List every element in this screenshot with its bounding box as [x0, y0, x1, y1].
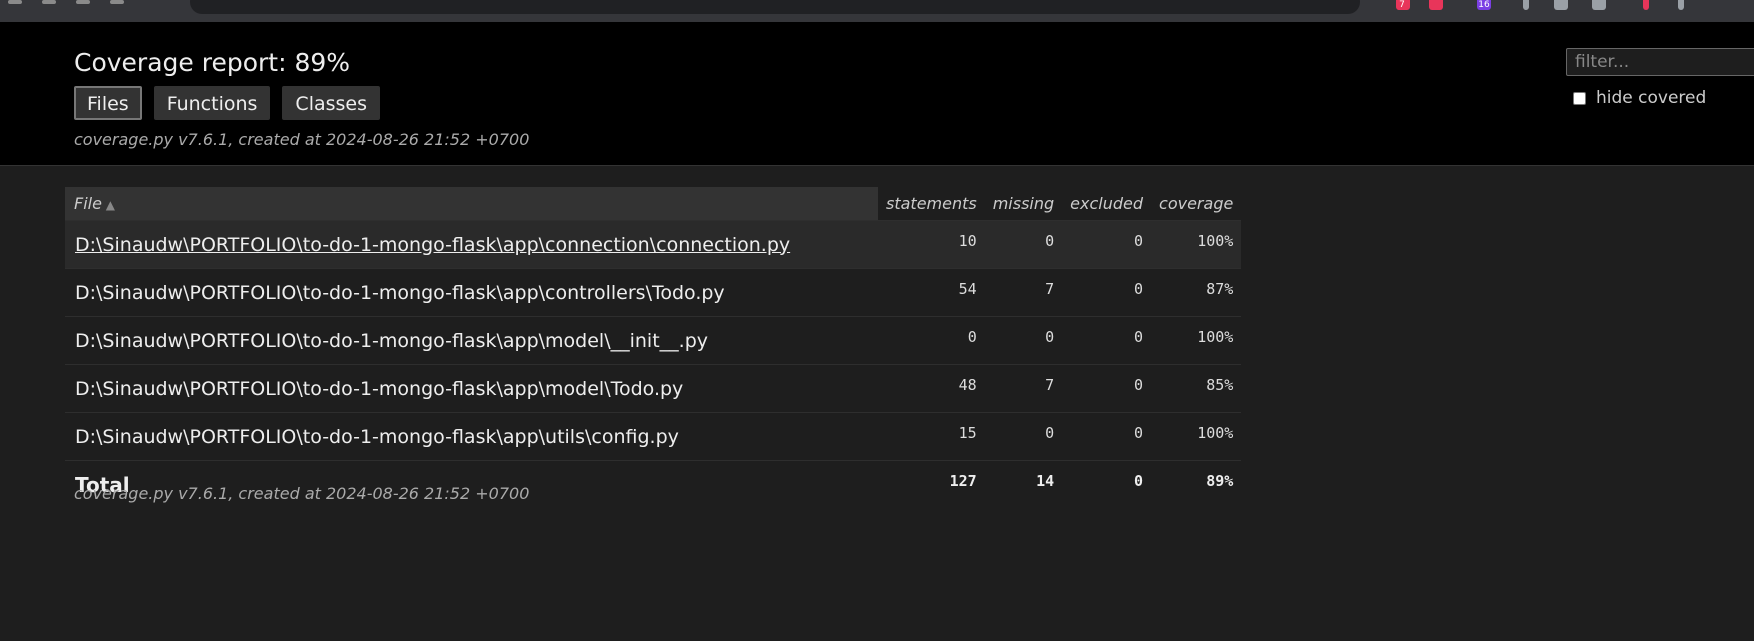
filter-input[interactable]	[1566, 48, 1754, 76]
created-info: coverage.py v7.6.1, created at 2024-08-2…	[74, 130, 530, 149]
excluded-cell: 0	[1062, 220, 1152, 269]
reload-icon[interactable]	[76, 0, 90, 4]
forward-icon[interactable]	[42, 0, 56, 4]
browser-toolbar: 7 16	[0, 0, 1754, 22]
statements-cell: 54	[878, 268, 985, 317]
extension-badge: 7	[1399, 0, 1405, 10]
total-coverage: 89%	[1151, 460, 1242, 508]
column-header-missing[interactable]: missing	[985, 187, 1062, 221]
hide-covered-label[interactable]: hide covered	[1596, 88, 1706, 108]
tab-functions[interactable]: Functions	[153, 86, 271, 120]
report-header: Coverage report: 89% Files Functions Cla…	[0, 22, 1754, 166]
extension-icon[interactable]	[1592, 0, 1606, 10]
report-tabs: Files Functions Classes	[74, 86, 380, 120]
hide-covered-control[interactable]: hide covered	[1573, 88, 1706, 108]
column-header-statements[interactable]: statements	[878, 187, 985, 221]
statements-cell: 10	[878, 220, 985, 269]
back-icon[interactable]	[8, 0, 22, 4]
table-header-row: File statements missing excluded coverag…	[65, 187, 1241, 221]
missing-cell: 0	[984, 220, 1063, 269]
coverage-cell: 100%	[1151, 412, 1242, 461]
coverage-cell: 85%	[1151, 364, 1242, 413]
footer-created-info: coverage.py v7.6.1, created at 2024-08-2…	[74, 484, 530, 503]
tab-files[interactable]: Files	[74, 86, 142, 120]
excluded-cell: 0	[1062, 316, 1152, 365]
statements-cell: 15	[878, 412, 985, 461]
table-row[interactable]: D:\Sinaudw\PORTFOLIO\to-do-1-mongo-flask…	[65, 364, 1242, 413]
address-bar[interactable]	[190, 0, 1360, 14]
extension-icon[interactable]	[1554, 0, 1568, 10]
extension-icon[interactable]	[1643, 0, 1649, 10]
file-link[interactable]: D:\Sinaudw\PORTFOLIO\to-do-1-mongo-flask…	[65, 316, 878, 365]
extension-icon[interactable]	[1523, 0, 1529, 10]
page-title: Coverage report: 89%	[74, 48, 351, 77]
total-statements: 127	[878, 460, 985, 508]
coverage-table-container: File statements missing excluded coverag…	[65, 187, 1242, 508]
missing-cell: 7	[984, 268, 1063, 317]
missing-cell: 0	[984, 316, 1063, 365]
file-link[interactable]: D:\Sinaudw\PORTFOLIO\to-do-1-mongo-flask…	[65, 412, 878, 461]
statements-cell: 48	[878, 364, 985, 413]
coverage-cell: 87%	[1151, 268, 1242, 317]
excluded-cell: 0	[1062, 364, 1152, 413]
column-header-excluded[interactable]: excluded	[1062, 187, 1151, 221]
total-missing: 14	[984, 460, 1063, 508]
coverage-table: File statements missing excluded coverag…	[65, 187, 1242, 508]
total-excluded: 0	[1062, 460, 1152, 508]
file-link[interactable]: D:\Sinaudw\PORTFOLIO\to-do-1-mongo-flask…	[65, 268, 878, 317]
missing-cell: 0	[984, 412, 1063, 461]
browser-nav-buttons	[8, 0, 124, 4]
extension-icon[interactable]	[1429, 0, 1443, 10]
missing-cell: 7	[984, 364, 1063, 413]
apps-icon[interactable]	[110, 0, 124, 4]
extension-badge: 16	[1478, 0, 1490, 10]
excluded-cell: 0	[1062, 268, 1152, 317]
table-row[interactable]: D:\Sinaudw\PORTFOLIO\to-do-1-mongo-flask…	[65, 220, 1242, 269]
coverage-cell: 100%	[1151, 220, 1242, 269]
excluded-cell: 0	[1062, 412, 1152, 461]
statements-cell: 0	[878, 316, 985, 365]
table-row[interactable]: D:\Sinaudw\PORTFOLIO\to-do-1-mongo-flask…	[65, 268, 1242, 317]
table-row[interactable]: D:\Sinaudw\PORTFOLIO\to-do-1-mongo-flask…	[65, 412, 1242, 461]
extension-icon[interactable]	[1678, 0, 1684, 10]
column-header-file[interactable]: File	[65, 187, 878, 221]
coverage-cell: 100%	[1151, 316, 1242, 365]
file-link[interactable]: D:\Sinaudw\PORTFOLIO\to-do-1-mongo-flask…	[65, 220, 878, 269]
hide-covered-checkbox[interactable]	[1573, 91, 1586, 105]
column-header-coverage[interactable]: coverage	[1151, 187, 1241, 221]
file-link[interactable]: D:\Sinaudw\PORTFOLIO\to-do-1-mongo-flask…	[65, 364, 878, 413]
table-row[interactable]: D:\Sinaudw\PORTFOLIO\to-do-1-mongo-flask…	[65, 316, 1242, 365]
tab-classes[interactable]: Classes	[282, 86, 380, 120]
extension-icons: 7 16	[1364, 0, 1754, 12]
